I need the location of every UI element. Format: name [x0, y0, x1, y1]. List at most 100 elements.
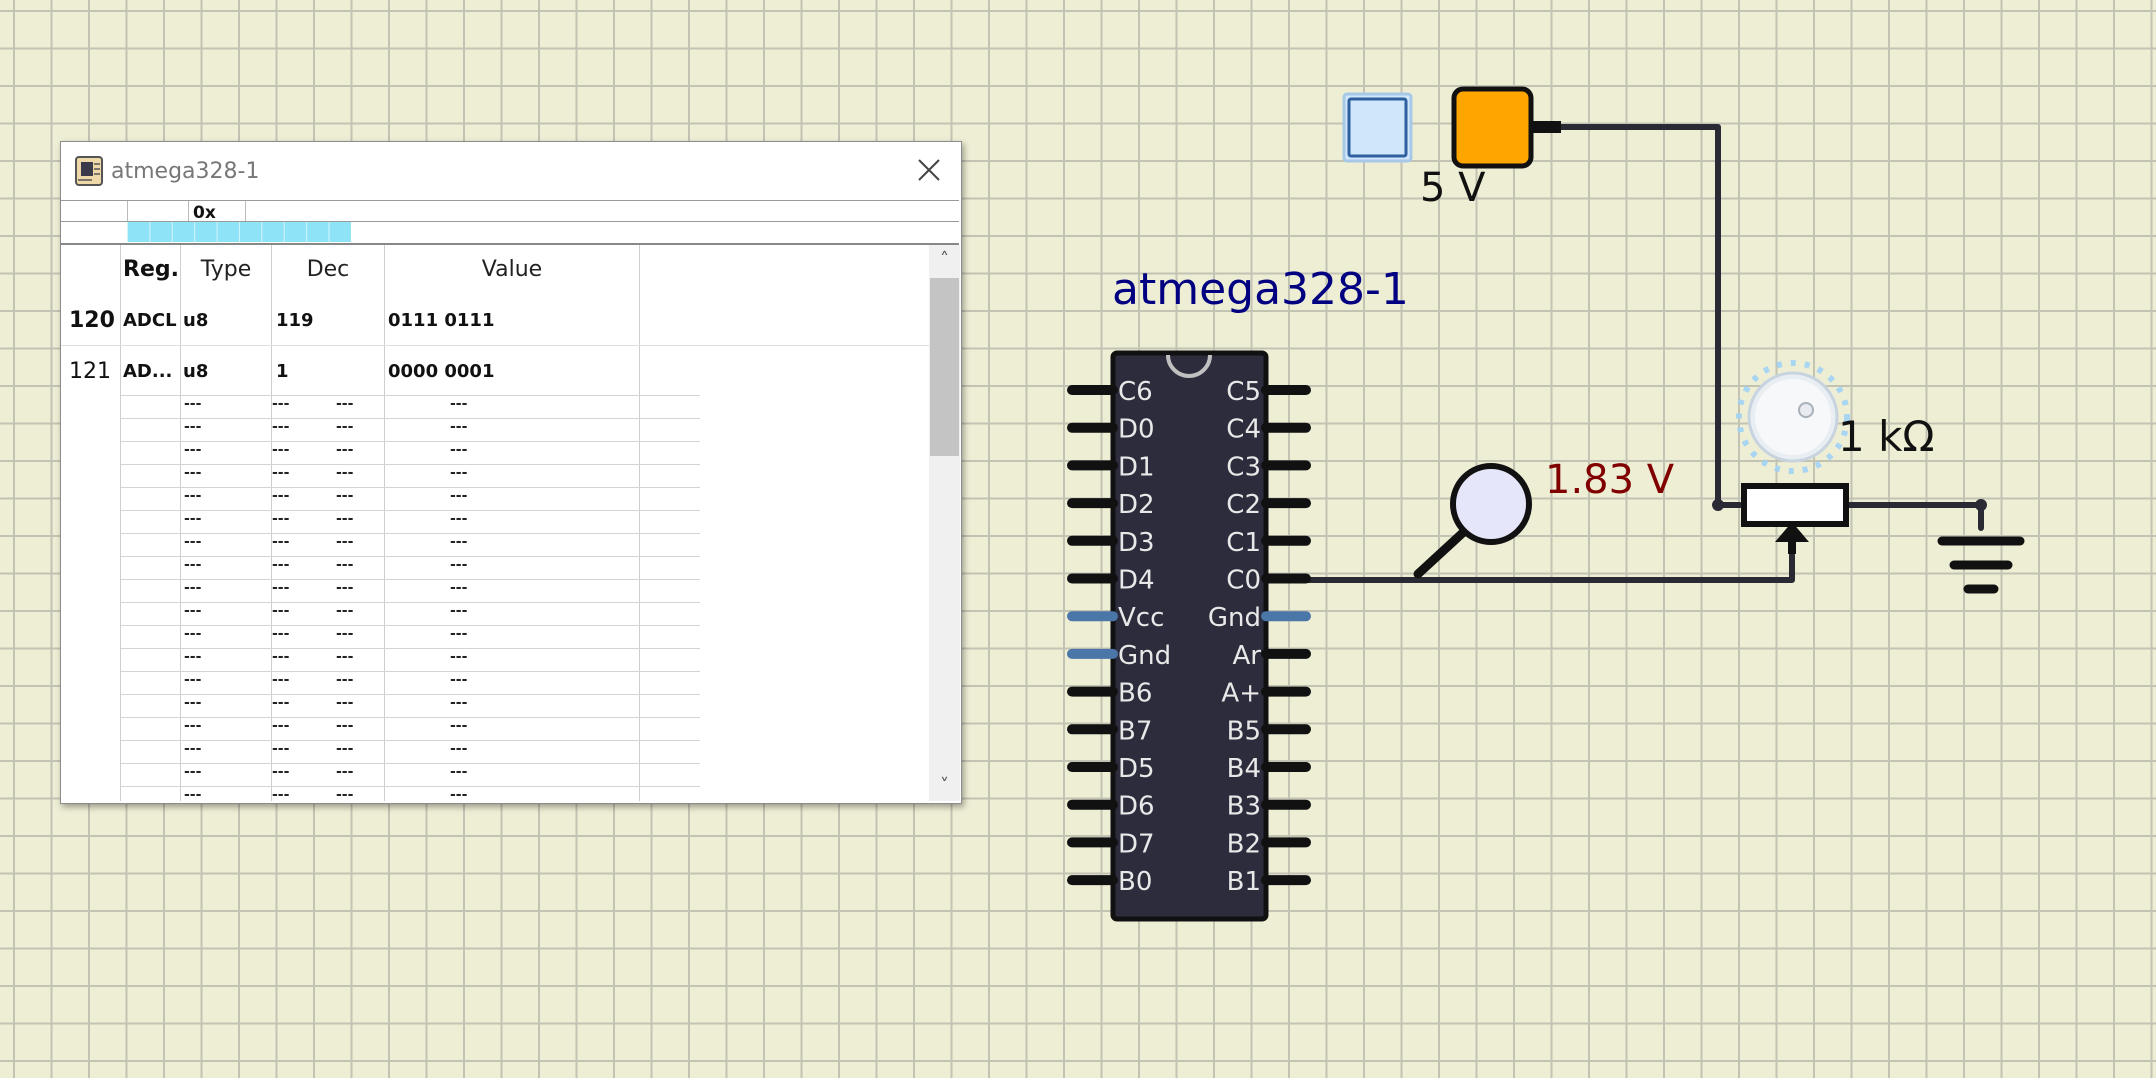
empty-cell: --- [184, 764, 202, 780]
register-table[interactable]: Reg. Type Dec Value 120 ADCL u8 119 0111… [61, 245, 929, 801]
pin-label-b2: B2 [1227, 829, 1261, 859]
empty-cell: --- [184, 603, 202, 619]
hex-cell-divider [245, 201, 246, 221]
pin-label-ar: Ar [1233, 641, 1262, 671]
empty-cell: --- [336, 465, 354, 481]
empty-cell: --- [272, 580, 290, 596]
voltage-source[interactable] [1451, 86, 1561, 169]
empty-cell: --- [184, 465, 202, 481]
empty-cell: --- [272, 626, 290, 642]
table-row-empty[interactable]: --- --- --- --- [121, 648, 700, 672]
close-icon[interactable] [913, 154, 945, 186]
pin-label-gnd: Gnd [1208, 603, 1261, 633]
empty-cell: --- [272, 649, 290, 665]
memory-map-bar[interactable] [61, 221, 959, 245]
reg-dec: 1 [276, 361, 289, 382]
table-row-empty[interactable]: --- --- --- --- [121, 717, 700, 741]
pin-label-d3: D3 [1118, 528, 1155, 558]
empty-cell: --- [450, 764, 468, 780]
pin-label-vcc: Vcc [1118, 603, 1164, 633]
empty-cell: --- [272, 488, 290, 504]
empty-cell: --- [336, 396, 354, 412]
empty-cell: --- [184, 695, 202, 711]
empty-cell: --- [450, 695, 468, 711]
scrollbar-thumb[interactable] [930, 278, 959, 456]
microcontroller-chip[interactable]: C6 D0 D1 D2 D3 D4 Vcc Gnd B6 B7 D5 D6 D7 B0 C5 C4 C3 C2 C… [1067, 350, 1311, 922]
table-row-empty[interactable]: --- --- --- --- [121, 395, 700, 419]
header-dec[interactable]: Dec [272, 245, 384, 295]
reg-value: 0000 0001 [388, 361, 495, 382]
table-row-empty[interactable]: --- --- --- --- [121, 510, 700, 534]
empty-cell: --- [184, 557, 202, 573]
empty-cell: --- [272, 557, 290, 573]
pin-label-d1: D1 [1118, 452, 1155, 482]
table-row[interactable]: 120 ADCL u8 119 0111 0111 [61, 295, 929, 345]
table-row-empty[interactable]: --- --- --- --- [121, 602, 700, 626]
empty-cell: --- [272, 764, 290, 780]
empty-cell: --- [336, 741, 354, 757]
empty-cell: --- [450, 534, 468, 550]
pin-label-d7: D7 [1118, 829, 1155, 859]
reg-type: u8 [183, 361, 209, 382]
empty-cell: --- [450, 396, 468, 412]
pin-label-c0: C0 [1226, 566, 1261, 596]
table-row-empty[interactable]: --- --- --- --- [121, 579, 700, 603]
empty-cell: --- [184, 718, 202, 734]
voltage-probe[interactable] [1413, 463, 1532, 579]
table-row-empty[interactable]: --- --- --- --- [121, 533, 700, 557]
header-reg[interactable]: Reg. [121, 245, 181, 295]
table-row-empty[interactable]: --- --- --- --- [121, 418, 700, 442]
empty-cell: --- [450, 741, 468, 757]
table-row-empty[interactable]: --- --- --- --- [121, 671, 700, 695]
empty-cell: --- [336, 442, 354, 458]
pin-label-b6: B6 [1118, 679, 1152, 709]
empty-cell: --- [450, 626, 468, 642]
empty-cell: --- [336, 718, 354, 734]
empty-cell: --- [184, 672, 202, 688]
empty-cell: --- [272, 396, 290, 412]
empty-cell: --- [450, 787, 468, 801]
knob-icon [1736, 360, 1850, 474]
table-row-empty[interactable]: --- --- --- --- [121, 556, 700, 580]
empty-cell: --- [272, 511, 290, 527]
table-row-empty[interactable]: --- --- --- --- [121, 763, 700, 787]
window-titlebar[interactable]: atmega328-1 [61, 142, 961, 200]
empty-cell: --- [272, 442, 290, 458]
empty-cell: --- [272, 741, 290, 757]
register-window[interactable]: atmega328-1 0x Reg. Type Dec Value 120 A… [60, 141, 962, 804]
empty-cell: --- [450, 442, 468, 458]
header-type[interactable]: Type [181, 245, 271, 295]
header-value[interactable]: Value [385, 245, 639, 295]
pin-label-b3: B3 [1227, 792, 1261, 822]
table-row-empty[interactable]: --- --- --- --- [121, 441, 700, 465]
table-row-empty[interactable]: --- --- --- --- [121, 487, 700, 511]
table-row-empty[interactable]: --- --- --- --- [121, 694, 700, 718]
empty-cell: --- [272, 718, 290, 734]
supply-voltage-label: 5 V [1420, 165, 1486, 211]
potentiometer[interactable] [1736, 360, 1850, 554]
reg-name: ADCL [123, 310, 177, 331]
empty-cell: --- [336, 557, 354, 573]
pin-label-b7: B7 [1118, 716, 1152, 746]
table-row-empty[interactable]: --- --- --- --- [121, 464, 700, 488]
table-row-empty[interactable]: --- --- --- --- [121, 625, 700, 649]
chip-icon [75, 156, 103, 186]
pin-label-c6: C6 [1118, 377, 1153, 407]
empty-cell: --- [336, 764, 354, 780]
table-row-empty[interactable]: --- --- --- --- [121, 740, 700, 764]
table-row-empty[interactable]: --- --- --- --- [121, 786, 700, 801]
chevron-up-icon[interactable]: ˄ [929, 245, 960, 275]
wire-c0 [1299, 552, 1795, 583]
wire-supply [1557, 124, 1743, 508]
hex-cell [127, 201, 189, 221]
empty-cell: --- [184, 396, 202, 412]
toggle-switch[interactable] [1342, 92, 1413, 163]
pin-label-a+: A+ [1221, 679, 1261, 709]
reg-dec: 119 [276, 310, 314, 331]
vertical-scrollbar[interactable]: ˄ ˅ [929, 245, 960, 801]
table-row[interactable]: 121 AD... u8 1 0000 0001 [61, 345, 929, 396]
empty-cell: --- [272, 465, 290, 481]
chevron-down-icon[interactable]: ˅ [929, 771, 960, 801]
empty-cell: --- [184, 511, 202, 527]
empty-cell: --- [450, 488, 468, 504]
